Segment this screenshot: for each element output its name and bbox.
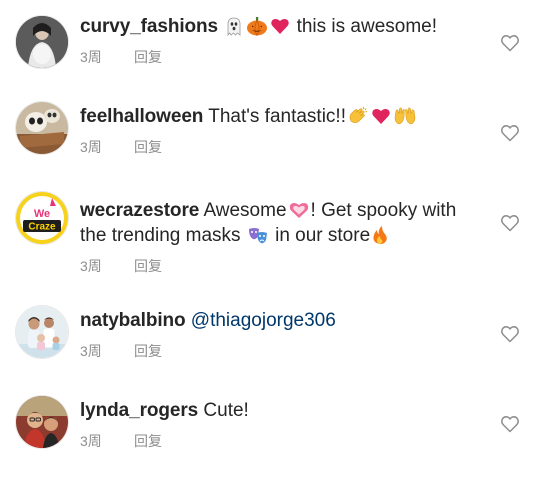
comment-text: the trending masks bbox=[80, 225, 241, 246]
comment-body: lynda_rogers Cute! 3周 回复 bbox=[80, 398, 482, 451]
avatar[interactable] bbox=[16, 16, 68, 68]
comment-text: this is awesome! bbox=[296, 16, 438, 37]
avatar-logo-text: We bbox=[34, 208, 50, 220]
heart-outline-icon bbox=[500, 213, 520, 233]
reply-button[interactable]: 回复 bbox=[134, 139, 162, 155]
mention-link[interactable]: @thiagojorge306 bbox=[191, 310, 336, 331]
timestamp: 3周 bbox=[80, 49, 102, 65]
like-button[interactable] bbox=[500, 324, 520, 344]
timestamp: 3周 bbox=[80, 139, 102, 155]
reply-button[interactable]: 回复 bbox=[134, 49, 162, 65]
username[interactable]: lynda_rogers bbox=[80, 400, 198, 421]
comment-text: in our store bbox=[275, 225, 371, 246]
clapping-hands-emoji-icon bbox=[347, 106, 369, 126]
username[interactable]: natybalbino bbox=[80, 310, 186, 331]
reply-button[interactable]: 回复 bbox=[134, 343, 162, 359]
comment-text-line: lynda_rogers Cute! bbox=[80, 398, 482, 423]
comment-body: curvy_fashions this is awesome! 3周 回复 bbox=[80, 14, 482, 67]
avatar[interactable] bbox=[16, 102, 68, 154]
ghost-emoji-icon bbox=[224, 16, 244, 36]
comments-list: curvy_fashions this is awesome! 3周 回复 fe… bbox=[0, 0, 550, 480]
reply-button[interactable]: 回复 bbox=[134, 258, 162, 274]
avatar[interactable]: We Craze bbox=[16, 192, 68, 244]
pumpkin-emoji-icon bbox=[246, 16, 268, 36]
heart-outline-icon bbox=[500, 414, 520, 434]
comment-body: feelhalloween That's fantastic!! 3周 回复 bbox=[80, 104, 482, 157]
performing-arts-emoji-icon bbox=[247, 225, 269, 245]
heart-outline-icon bbox=[500, 324, 520, 344]
comment-meta: 3周 回复 bbox=[80, 431, 482, 451]
comment-text: Cute! bbox=[203, 400, 249, 421]
reply-button[interactable]: 回复 bbox=[134, 433, 162, 449]
comment-text: Awesome bbox=[203, 200, 287, 221]
comment-text-line: feelhalloween That's fantastic!! bbox=[80, 104, 482, 129]
raised-hands-emoji-icon bbox=[393, 106, 417, 126]
timestamp: 3周 bbox=[80, 343, 102, 359]
comment-body: natybalbino @thiagojorge306 3周 回复 bbox=[80, 308, 482, 361]
like-button[interactable] bbox=[500, 33, 520, 53]
heart-outline-icon bbox=[500, 33, 520, 53]
comment-meta: 3周 回复 bbox=[80, 47, 482, 67]
comment-meta: 3周 回复 bbox=[80, 341, 482, 361]
comment-text: That's fantastic!! bbox=[208, 106, 346, 127]
like-button[interactable] bbox=[500, 414, 520, 434]
svg-text:Craze: Craze bbox=[28, 222, 56, 233]
comment-body: wecrazestore Awesome ! Get spooky with t… bbox=[80, 198, 482, 276]
fire-emoji-icon bbox=[371, 225, 389, 245]
avatar[interactable] bbox=[16, 306, 68, 358]
timestamp: 3周 bbox=[80, 258, 102, 274]
timestamp: 3周 bbox=[80, 433, 102, 449]
pink-heart-emoji-icon bbox=[270, 16, 290, 36]
pink-heart-emoji-icon bbox=[371, 106, 391, 126]
avatar[interactable] bbox=[16, 396, 68, 448]
username[interactable]: wecrazestore bbox=[80, 200, 199, 221]
heart-outline-icon bbox=[500, 123, 520, 143]
like-button[interactable] bbox=[500, 213, 520, 233]
comment-text-line: wecrazestore Awesome ! Get spooky with bbox=[80, 198, 482, 223]
username[interactable]: curvy_fashions bbox=[80, 16, 218, 37]
like-button[interactable] bbox=[500, 123, 520, 143]
comment-text-line: curvy_fashions this is awesome! bbox=[80, 14, 482, 39]
comment-meta: 3周 回复 bbox=[80, 256, 482, 276]
pink-heart-emoji-icon bbox=[288, 200, 310, 220]
comment-text: ! Get spooky with bbox=[310, 200, 457, 221]
username[interactable]: feelhalloween bbox=[80, 106, 203, 127]
comment-text-line: the trending masks in our store bbox=[80, 223, 482, 248]
comment-text-line: natybalbino @thiagojorge306 bbox=[80, 308, 482, 333]
comment-meta: 3周 回复 bbox=[80, 137, 482, 157]
